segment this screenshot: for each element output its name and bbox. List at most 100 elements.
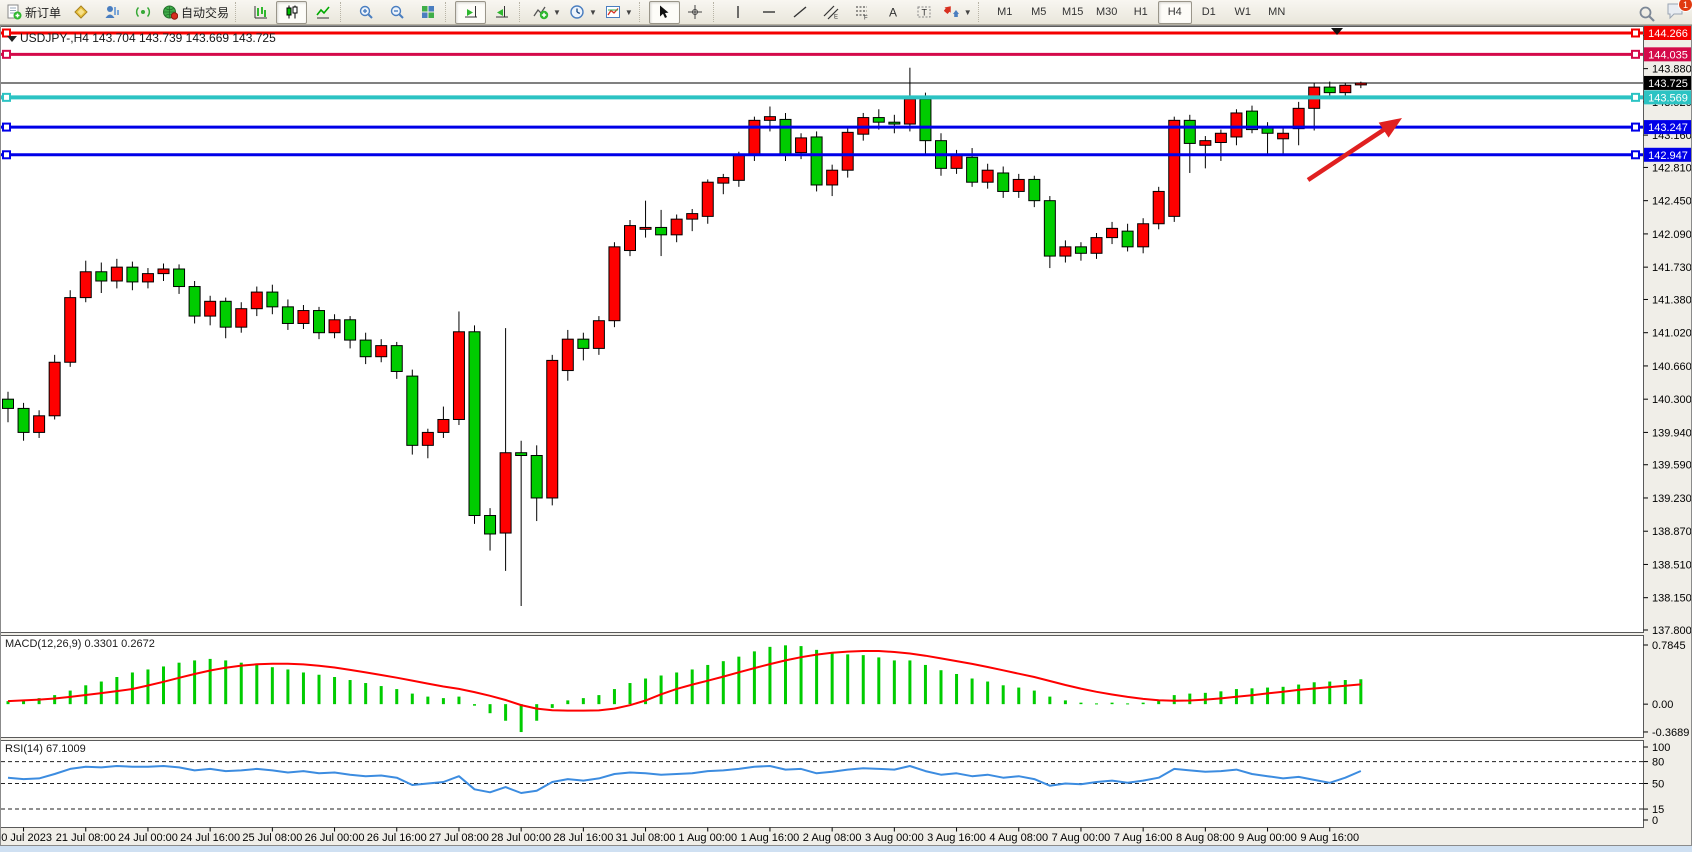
candle-body (1231, 113, 1242, 137)
hline-handle[interactable] (1632, 94, 1639, 101)
indicators-button[interactable]: ▼ (529, 1, 565, 24)
candlestick-icon (284, 4, 300, 20)
svg-text:A: A (889, 6, 897, 20)
hline-handle[interactable] (1632, 151, 1639, 158)
tile-windows-button[interactable] (412, 1, 443, 24)
candle-body (531, 455, 542, 497)
timeframe-m15-button[interactable]: M15 (1056, 1, 1090, 24)
search-icon[interactable] (1638, 5, 1656, 23)
hline-handle[interactable] (1632, 124, 1639, 131)
price-tick-label: 141.020 (1652, 328, 1692, 340)
trendline-button[interactable] (785, 1, 816, 24)
price-tick-label: 141.730 (1652, 262, 1692, 274)
periods-button[interactable]: ▼ (565, 1, 601, 24)
candle-body (500, 453, 511, 533)
new-order-button[interactable]: 新订单 (2, 1, 65, 24)
crosshair-button[interactable] (680, 1, 711, 24)
autotrading-button[interactable]: 自动交易 (158, 1, 233, 24)
horizontal-line-button[interactable] (754, 1, 785, 24)
text-label-button[interactable]: T (909, 1, 940, 24)
time-tick-label: 21 Jul 08:00 (56, 832, 116, 844)
hline-handle[interactable] (3, 124, 10, 131)
periods-dropdown-caret[interactable]: ▼ (589, 8, 597, 17)
main-price-panel[interactable] (1, 27, 1644, 633)
signals-button[interactable] (127, 1, 158, 24)
vertical-line-button[interactable] (723, 1, 754, 24)
timeframe-label: M30 (1096, 6, 1117, 18)
mt4-terminal: 新订单 自动交易 (0, 0, 1692, 852)
line-chart-button[interactable] (307, 1, 338, 24)
candle-body (578, 339, 589, 348)
hline-handle[interactable] (3, 51, 10, 58)
templates-dropdown-caret[interactable]: ▼ (625, 8, 633, 17)
trendline-icon (792, 4, 808, 20)
candle-body (34, 416, 45, 433)
one-click-trading-arrow[interactable] (7, 36, 17, 42)
candle-body (889, 122, 900, 124)
hline-handle[interactable] (1632, 30, 1639, 37)
candle-body (438, 419, 449, 432)
candle-body (609, 247, 620, 321)
candle-body (3, 399, 14, 408)
chart-title: USDJPY-,H4 143.704 143.739 143.669 143.7… (20, 31, 276, 45)
timeframe-label: D1 (1202, 6, 1216, 18)
price-tick-label: 142.810 (1652, 162, 1692, 174)
arrows-button[interactable]: ▼ (940, 1, 976, 24)
macd-axis-label: 0.00 (1652, 699, 1673, 711)
bar-chart-button[interactable] (245, 1, 276, 24)
timeframe-m30-button[interactable]: M30 (1090, 1, 1124, 24)
equidistant-channel-button[interactable]: E (816, 1, 847, 24)
candle-body (780, 119, 791, 155)
timeframe-d1-button[interactable]: D1 (1192, 1, 1226, 24)
macd-panel[interactable] (1, 636, 1644, 738)
horizontal-line-icon (761, 4, 777, 20)
market-watch-button[interactable] (96, 1, 127, 24)
chart-shift-button[interactable] (486, 1, 517, 24)
chart-canvas[interactable]: 144.240143.880143.520143.160142.810142.4… (0, 0, 1692, 852)
svg-text:F: F (864, 16, 868, 21)
timeframe-m1-button[interactable]: M1 (988, 1, 1022, 24)
candle-body (205, 301, 216, 316)
price-tick-label: 137.800 (1652, 625, 1692, 637)
candle-body (111, 267, 122, 281)
metaeditor-button[interactable] (65, 1, 96, 24)
candle-body (376, 346, 387, 357)
timeframe-h1-button[interactable]: H1 (1124, 1, 1158, 24)
hline-handle[interactable] (3, 151, 10, 158)
notification-badge: 1 (1678, 0, 1692, 12)
auto-scroll-button[interactable] (455, 1, 486, 24)
timeframe-m5-button[interactable]: M5 (1022, 1, 1056, 24)
candle-body (625, 226, 636, 251)
templates-button[interactable]: ▼ (601, 1, 637, 24)
rsi-axis-label: 80 (1652, 757, 1664, 769)
candlestick-chart-button[interactable] (276, 1, 307, 24)
time-tick-label: 28 Jul 00:00 (491, 832, 551, 844)
zoom-in-button[interactable] (350, 1, 381, 24)
line-chart-icon (315, 4, 331, 20)
hline-handle[interactable] (3, 94, 10, 101)
candle-body (267, 292, 278, 307)
time-tick-label: 7 Aug 00:00 (1052, 832, 1111, 844)
candle-body (562, 339, 573, 370)
candle-body (485, 516, 496, 534)
candle-body (516, 453, 527, 456)
indicators-dropdown-caret[interactable]: ▼ (553, 8, 561, 17)
time-tick-label: 1 Aug 16:00 (741, 832, 800, 844)
arrows-dropdown-caret[interactable]: ▼ (964, 8, 972, 17)
time-tick-label: 9 Aug 00:00 (1238, 832, 1297, 844)
fibonacci-button[interactable]: F (847, 1, 878, 24)
candle-body (764, 117, 775, 121)
candle-body (593, 321, 604, 349)
zoom-out-button[interactable] (381, 1, 412, 24)
cursor-button[interactable] (649, 1, 680, 24)
candle-body (314, 311, 325, 333)
timeframe-w1-button[interactable]: W1 (1226, 1, 1260, 24)
text-button[interactable]: A (878, 1, 909, 24)
hline-handle[interactable] (1632, 51, 1639, 58)
candle-body (1340, 85, 1351, 92)
candle-body (1215, 133, 1226, 142)
price-tick-label: 139.940 (1652, 427, 1692, 439)
timeframe-h4-button[interactable]: H4 (1158, 1, 1192, 24)
timeframe-mn-button[interactable]: MN (1260, 1, 1294, 24)
notifications-button[interactable]: 1 (1666, 2, 1686, 25)
